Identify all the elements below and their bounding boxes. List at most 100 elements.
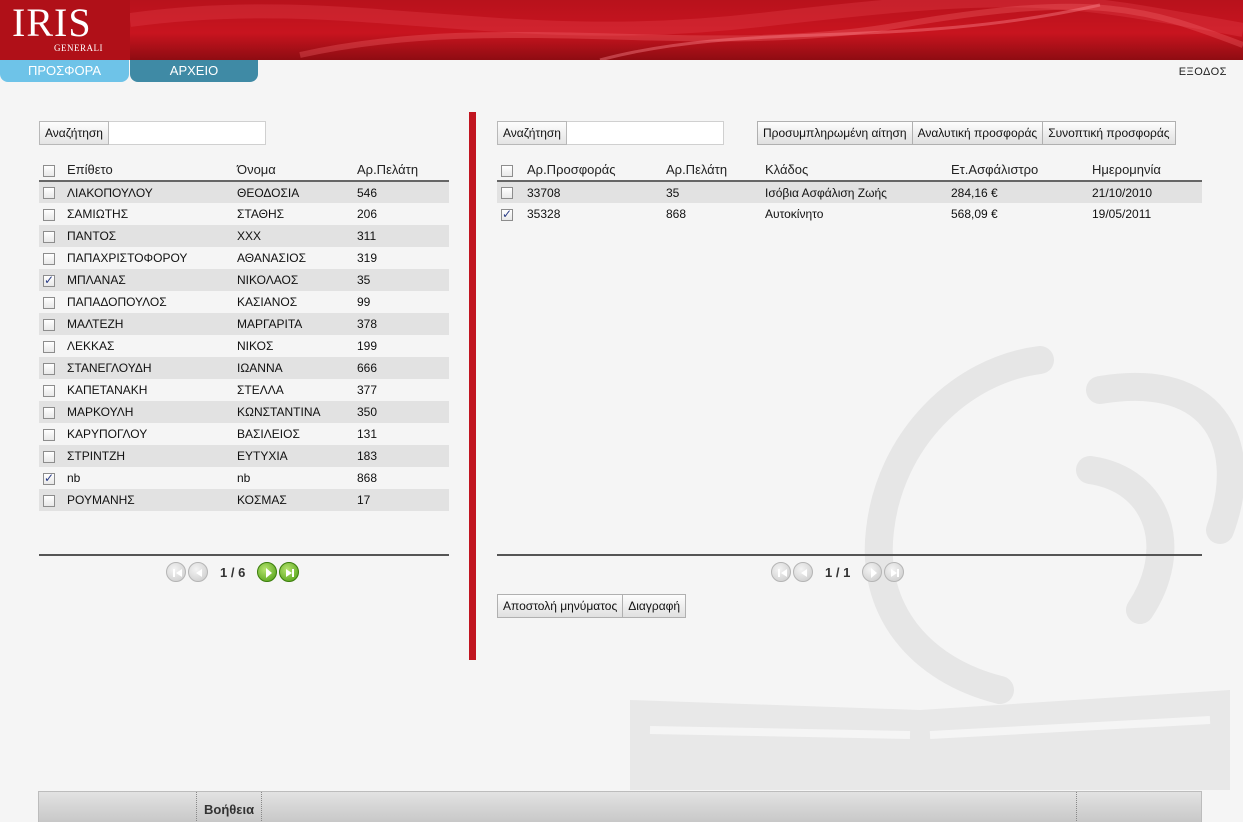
name-cell: ΜΑΡΓΑΡΙΤΑ: [237, 313, 357, 335]
detailed-offer-button[interactable]: Αναλυτική προσφοράς: [911, 121, 1044, 145]
row-checkbox[interactable]: [43, 406, 55, 419]
next-page-icon[interactable]: [257, 562, 278, 582]
table-row[interactable]: ΛΕΚΚΑΣ ΝΙΚΟΣ 199: [39, 335, 449, 357]
table-row[interactable]: ΠΑΠΑΔΟΠΟΥΛΟΣ ΚΑΣΙΑΝΟΣ 99: [39, 291, 449, 313]
left-page-indicator: 1 / 6: [220, 564, 246, 580]
select-all-clients-checkbox[interactable]: [43, 164, 55, 177]
left-search-input[interactable]: [108, 121, 266, 145]
panel-separator: [469, 112, 476, 660]
table-row[interactable]: 33708 35 Ισόβια Ασφάλιση Ζωής 284,16 €21/10…: [497, 181, 1202, 203]
row-checkbox[interactable]: [43, 208, 55, 221]
iris-generali-logo[interactable]: IRIS GENERALI: [0, 0, 130, 60]
row-checkbox[interactable]: [43, 273, 55, 287]
summary-offer-button[interactable]: Συνοπτική προσφοράς: [1042, 121, 1176, 145]
name-cell: XXX: [237, 225, 357, 247]
client-no-cell: 35: [357, 269, 449, 291]
surname-cell: ΜΠΛΑΝΑΣ: [67, 269, 237, 291]
column-header-surname[interactable]: Επίθετο: [67, 159, 237, 182]
name-cell: ΝΙΚΟΣ: [237, 335, 357, 357]
table-row[interactable]: ΚΑΠΕΤΑΝΑΚΗ ΣΤΕΛΛΑ 377: [39, 379, 449, 401]
name-cell: ΕΥΤΥΧΙΑ: [237, 445, 357, 467]
row-checkbox[interactable]: [43, 450, 55, 463]
delete-button[interactable]: Διαγραφή: [622, 594, 687, 618]
row-checkbox[interactable]: [43, 187, 55, 200]
row-checkbox[interactable]: [43, 384, 55, 397]
table-row[interactable]: ΜΠΛΑΝΑΣΝΙΚΟΛΑΟΣ35: [39, 269, 449, 291]
client-no-cell: 311: [357, 225, 449, 247]
row-checkbox[interactable]: [43, 252, 55, 265]
table-row[interactable]: ΣΑΜΙΩΤΗΣ ΣΤΑΘΗΣ 206: [39, 203, 449, 225]
next-page-icon[interactable]: [862, 562, 883, 582]
table-row[interactable]: ΣΤΡΙΝΤΖΗ ΕΥΤΥΧΙΑ 183: [39, 445, 449, 467]
column-header-premium[interactable]: Ετ.Ασφάλιστρο: [951, 159, 1092, 182]
left-table-bottom-divider: [39, 554, 449, 556]
send-message-button[interactable]: Αποστολή μηνύματος: [497, 594, 624, 618]
first-page-icon[interactable]: [166, 562, 186, 582]
table-row[interactable]: 35328868Αυτοκίνητο568,09 €19/05/2011: [497, 203, 1202, 225]
help-link[interactable]: Βοήθεια: [204, 802, 254, 817]
name-cell: ΝΙΚΟΛΑΟΣ: [237, 269, 357, 291]
right-search-input[interactable]: [566, 121, 724, 145]
app-header: IRIS GENERALI: [0, 0, 1243, 60]
right-page-indicator: 1 / 1: [825, 564, 851, 580]
clients-table: Επίθετο Όνομα Αρ.Πελάτη ΛΙΑΚΟΠΟΥΛΟΥ ΘΕΟΔΟ…: [39, 159, 449, 511]
name-cell: ΒΑΣΙΛΕΙΟΣ: [237, 423, 357, 445]
right-table-bottom-divider: [497, 554, 1202, 556]
row-checkbox[interactable]: [43, 494, 55, 507]
left-search-button[interactable]: Αναζήτηση: [39, 121, 109, 145]
column-header-client-no[interactable]: Αρ.Πελάτη: [666, 159, 765, 182]
footer-separator: [196, 792, 197, 822]
tab-offer[interactable]: ΠΡΟΣΦΟΡΑ: [0, 60, 129, 82]
column-header-branch[interactable]: Κλάδος: [765, 159, 951, 182]
row-checkbox[interactable]: [43, 296, 55, 309]
prefilled-application-button[interactable]: Προσυμπληρωμένη αίτηση: [757, 121, 913, 145]
row-checkbox[interactable]: [43, 428, 55, 441]
tab-archive[interactable]: ΑΡΧΕΙΟ: [130, 60, 258, 82]
row-checkbox[interactable]: [43, 340, 55, 353]
table-row[interactable]: ΛΙΑΚΟΠΟΥΛΟΥ ΘΕΟΔΟΣΙΑ 546: [39, 181, 449, 203]
logo-main-text: IRIS: [12, 0, 92, 45]
row-checkbox[interactable]: [43, 471, 55, 485]
right-pager: 1 / 1: [771, 562, 905, 582]
logo-sub-text: GENERALI: [54, 43, 103, 53]
table-row[interactable]: nbnb868: [39, 467, 449, 489]
row-checkbox[interactable]: [501, 187, 513, 200]
exit-link[interactable]: ΕΞΟΔΟΣ: [1179, 66, 1227, 78]
column-header-offer-no[interactable]: Αρ.Προσφοράς: [527, 159, 666, 182]
client-no-cell: 199: [357, 335, 449, 357]
row-checkbox[interactable]: [43, 318, 55, 331]
offer-actions: Προσυμπληρωμένη αίτηση Αναλυτική προσφορ…: [757, 121, 1176, 145]
prev-page-icon[interactable]: [793, 562, 813, 582]
premium-cell: 568,09 €: [951, 203, 1092, 225]
left-pager: 1 / 6: [166, 562, 300, 582]
row-checkbox[interactable]: [43, 362, 55, 375]
table-row[interactable]: ΠΑΝΤΟΣ XXX 311: [39, 225, 449, 247]
table-row[interactable]: ΡΟΥΜΑΝΗΣ ΚΟΣΜΑΣ 17: [39, 489, 449, 511]
table-row[interactable]: ΚΑΡΥΠΟΓΛΟΥ ΒΑΣΙΛΕΙΟΣ 131: [39, 423, 449, 445]
surname-cell: ΣΤΑΝΕΓΛΟΥΔΗ: [67, 357, 237, 379]
table-row[interactable]: ΜΑΡΚΟΥΛΗ ΚΩΝΣΤΑΝΤΙΝΑ 350: [39, 401, 449, 423]
row-checkbox[interactable]: [501, 207, 513, 221]
last-page-icon[interactable]: [279, 562, 300, 582]
footer-separator: [1076, 792, 1077, 822]
select-all-offers-checkbox[interactable]: [501, 164, 513, 177]
surname-cell: ΣΤΡΙΝΤΖΗ: [67, 445, 237, 467]
client-no-cell: 17: [357, 489, 449, 511]
column-header-name[interactable]: Όνομα: [237, 159, 357, 182]
row-checkbox[interactable]: [43, 230, 55, 243]
last-page-icon[interactable]: [884, 562, 905, 582]
column-header-date[interactable]: Ημερομηνία: [1092, 159, 1202, 182]
column-header-client-no[interactable]: Αρ.Πελάτη: [357, 159, 449, 182]
first-page-icon[interactable]: [771, 562, 791, 582]
surname-cell: ΛΕΚΚΑΣ: [67, 335, 237, 357]
surname-cell: ΡΟΥΜΑΝΗΣ: [67, 489, 237, 511]
right-search-button[interactable]: Αναζήτηση: [497, 121, 567, 145]
prev-page-icon[interactable]: [188, 562, 208, 582]
date-cell: 21/10/2010: [1092, 181, 1202, 203]
client-no-cell: 377: [357, 379, 449, 401]
name-cell: ΚΑΣΙΑΝΟΣ: [237, 291, 357, 313]
table-row[interactable]: ΣΤΑΝΕΓΛΟΥΔΗ ΙΩΑΝΝΑ 666: [39, 357, 449, 379]
table-row[interactable]: ΠΑΠΑΧΡΙΣΤΟΦΟΡΟΥ ΑΘΑΝΑΣΙΟΣ 319: [39, 247, 449, 269]
table-row[interactable]: ΜΑΛΤΕΖΗ ΜΑΡΓΑΡΙΤΑ 378: [39, 313, 449, 335]
header-wave-decoration: [129, 0, 1243, 60]
